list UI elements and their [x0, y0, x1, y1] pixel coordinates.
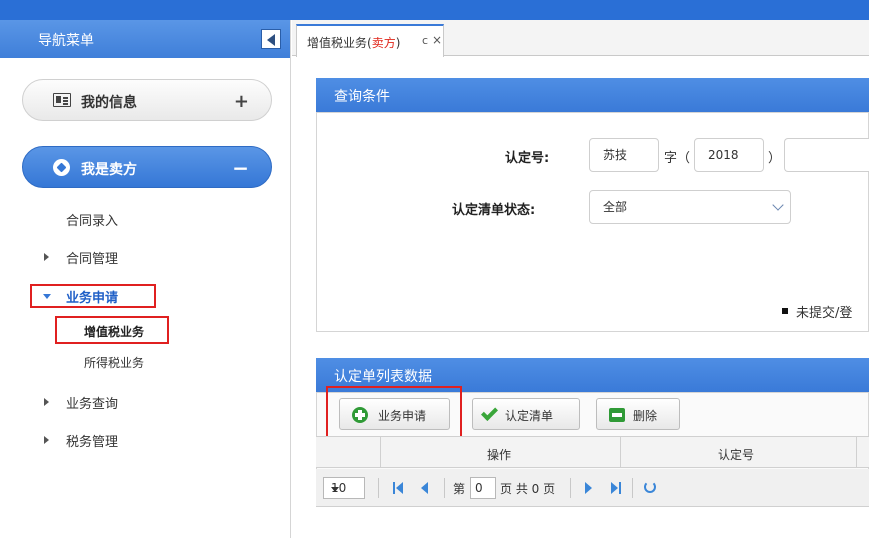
- page-number-input[interactable]: 0: [470, 477, 496, 499]
- sidebar-item-business-query[interactable]: 业务查询: [66, 393, 118, 412]
- column-separator: [856, 437, 857, 468]
- first-page-icon[interactable]: [393, 482, 403, 494]
- pager-separator: [444, 478, 445, 498]
- legend-bullet: [782, 308, 788, 314]
- my-info-button[interactable]: 我的信息 +: [22, 79, 272, 121]
- zi-text: 字（: [664, 151, 691, 166]
- status-select[interactable]: 全部: [589, 190, 791, 224]
- plus-icon: +: [233, 91, 249, 112]
- pager-separator: [570, 478, 571, 498]
- compass-icon: [53, 159, 70, 176]
- delete-label: 删除: [633, 409, 658, 423]
- top-bar: [0, 0, 869, 20]
- tab-bar: 增值税业务(卖方) c ×: [292, 20, 869, 57]
- i-am-seller-label: 我是卖方: [81, 162, 137, 178]
- pager: 10 第 0 页 共 0 页: [316, 469, 869, 507]
- chevron-right-icon: [44, 436, 49, 444]
- status-select-value: 全部: [603, 200, 628, 214]
- sidebar-item-contract-entry[interactable]: 合同录入: [66, 210, 118, 229]
- i-am-seller-button[interactable]: 我是卖方 −: [22, 146, 272, 188]
- cert-year-field[interactable]: 2018: [694, 138, 764, 172]
- collapse-sidebar-icon[interactable]: [261, 29, 281, 49]
- cert-number-field[interactable]: [784, 138, 869, 172]
- pager-separator: [632, 478, 633, 498]
- column-header-cert-no[interactable]: 认定号: [718, 446, 754, 463]
- sidebar-item-business-apply[interactable]: 业务申请: [66, 287, 118, 306]
- confirm-list-button[interactable]: 认定清单: [472, 398, 580, 430]
- minus-icon: −: [232, 156, 249, 180]
- query-panel-header: 查询条件: [316, 78, 869, 112]
- business-apply-label: 业务申请: [378, 409, 427, 423]
- next-page-icon[interactable]: [585, 482, 592, 494]
- column-separator: [380, 437, 381, 468]
- chevron-right-icon: [44, 398, 49, 406]
- refresh-icon[interactable]: c: [422, 34, 428, 47]
- page-prefix-text: 第: [453, 482, 466, 496]
- last-page-icon[interactable]: [611, 482, 621, 494]
- chevron-down-icon: [43, 294, 51, 299]
- add-circle-icon: [352, 407, 368, 423]
- cert-prefix-field[interactable]: 苏技: [589, 138, 659, 172]
- delete-button[interactable]: 删除: [596, 398, 680, 430]
- close-paren-text: ）: [768, 151, 782, 166]
- sidebar-item-contract-management[interactable]: 合同管理: [66, 248, 118, 267]
- list-panel-title: 认定单列表数据: [334, 369, 432, 385]
- page-total-text: 页 共 0 页: [500, 482, 556, 496]
- sidebar-item-vat-business[interactable]: 增值税业务: [84, 323, 144, 340]
- sidebar-title: 导航菜单: [38, 33, 94, 49]
- grid-header: 操作 认定号: [316, 436, 869, 468]
- my-info-label: 我的信息: [81, 95, 137, 111]
- chevron-right-icon: [44, 253, 49, 261]
- tab-vat-business[interactable]: 增值税业务(卖方) c ×: [296, 24, 444, 57]
- page-size-select[interactable]: 10: [323, 477, 365, 499]
- id-card-icon: [53, 93, 71, 107]
- refresh-icon[interactable]: [644, 481, 656, 493]
- sidebar-item-tax-management[interactable]: 税务管理: [66, 431, 118, 450]
- cert-no-label: 认定号:: [505, 151, 550, 166]
- pager-separator: [378, 478, 379, 498]
- business-apply-button[interactable]: 业务申请: [339, 398, 450, 430]
- sidebar-header: 导航菜单: [0, 20, 290, 58]
- column-header-action[interactable]: 操作: [487, 446, 511, 463]
- confirm-list-label: 认定清单: [505, 409, 554, 423]
- legend-text: 未提交/登: [796, 306, 853, 321]
- caret-down-icon: [331, 487, 339, 492]
- delete-icon: [609, 408, 625, 422]
- column-separator: [620, 437, 621, 468]
- sidebar-item-income-tax-business[interactable]: 所得税业务: [84, 354, 144, 371]
- query-panel-title: 查询条件: [334, 89, 390, 105]
- status-label: 认定清单状态:: [452, 203, 536, 218]
- check-icon: [481, 404, 498, 421]
- sidebar: 导航菜单 我的信息 + 我是卖方 − 合同录入 合同管理 业务申请 增值税业务 …: [0, 20, 291, 538]
- prev-page-icon[interactable]: [421, 482, 428, 494]
- close-icon[interactable]: ×: [432, 33, 442, 47]
- tab-label: 增值税业务(卖方): [307, 36, 401, 50]
